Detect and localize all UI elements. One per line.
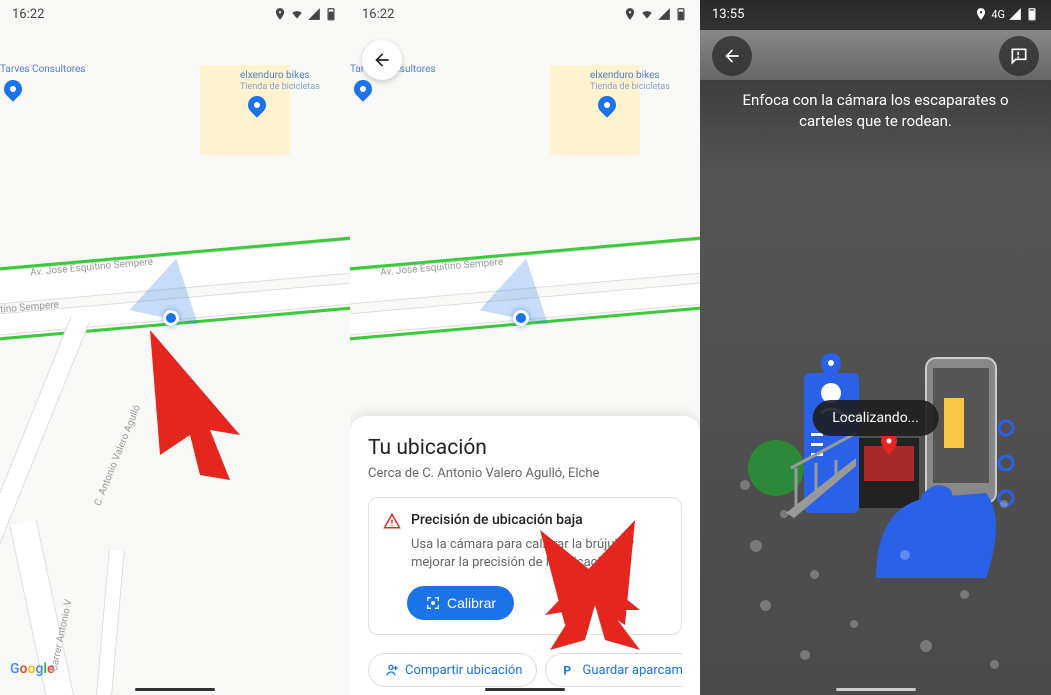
ar-instruction-text: Enfoca con la cámara los escaparates o c… [720, 90, 1031, 132]
location-icon [974, 7, 988, 21]
status-bar: 16:22 [350, 0, 700, 28]
home-indicator [485, 688, 565, 691]
svg-text:P: P [564, 664, 572, 678]
sheet-subtitle: Cerca de C. Antonio Valero Agulló, Elche [368, 466, 682, 481]
feedback-button[interactable] [999, 36, 1039, 76]
back-button[interactable] [712, 36, 752, 76]
poi-label: elxenduro bikes [590, 70, 670, 82]
battery-icon [324, 7, 338, 21]
screenshot-location-sheet: Av. José Esquitino Sempere Tarves Consul… [350, 0, 700, 695]
tutorial-arrow-icon [530, 510, 650, 650]
poi-sublabel: Tienda de bicicletas [590, 82, 670, 92]
arrow-left-icon [722, 46, 742, 66]
status-bar: 13:55 4G [700, 0, 1051, 28]
location-icon [623, 7, 637, 21]
screenshot-ar-calibrate: 13:55 4G Enfoca con la cámara los escapa… [700, 0, 1051, 695]
arrow-left-icon [372, 50, 392, 70]
back-button[interactable] [362, 40, 402, 80]
chat-bubble-icon [1009, 46, 1029, 66]
parking-icon: P [560, 662, 576, 678]
chip-label: Compartir ubicación [405, 663, 522, 678]
signal-icon [1008, 7, 1022, 21]
poi-pin-icon [0, 76, 25, 101]
share-location-chip[interactable]: Compartir ubicación [368, 653, 537, 687]
calibrate-label: Calibrar [447, 595, 496, 611]
sheet-title: Tu ubicación [368, 436, 682, 460]
chip-label: Guardar aparcamiento [582, 663, 682, 678]
poi-label: elxenduro bikes [240, 70, 320, 82]
road [91, 550, 124, 695]
ar-status-pill: Localizando... [812, 400, 939, 436]
poi-pin-icon [594, 92, 619, 117]
location-icon [273, 7, 287, 21]
calibrate-button[interactable]: Calibrar [407, 586, 514, 620]
save-parking-chip[interactable]: P Guardar aparcamiento [545, 653, 682, 687]
poi[interactable]: Tarves Consultores [0, 64, 86, 98]
location-scan-icon [425, 595, 441, 611]
poi-label: Tarves Consultores [0, 64, 86, 76]
signal-icon [657, 7, 671, 21]
status-time: 16:22 [362, 7, 394, 22]
home-indicator [135, 688, 215, 691]
wifi-icon [290, 7, 304, 21]
poi[interactable]: elxenduro bikes Tienda de bicicletas [240, 70, 320, 114]
google-logo: Google [10, 661, 54, 677]
network-label: 4G [991, 8, 1005, 21]
battery-icon [674, 7, 688, 21]
person-add-icon [383, 662, 399, 678]
poi[interactable]: elxenduro bikes Tienda de bicicletas [590, 70, 670, 114]
poi-pin-icon [244, 92, 269, 117]
tutorial-arrow-icon [130, 320, 260, 480]
wifi-icon [640, 7, 654, 21]
poi-sublabel: Tienda de bicicletas [240, 82, 320, 92]
screenshot-map-view: Av. José Esquitino Sempere tino Sempere … [0, 0, 350, 695]
signal-icon [307, 7, 321, 21]
status-time: 13:55 [712, 7, 744, 22]
ar-status-text: Localizando... [832, 410, 919, 426]
warning-triangle-icon [383, 512, 401, 530]
poi-pin-icon [350, 76, 375, 101]
my-location-dot[interactable] [513, 310, 529, 326]
status-bar: 16:22 [0, 0, 350, 28]
battery-icon [1025, 7, 1039, 21]
status-time: 16:22 [12, 7, 44, 22]
